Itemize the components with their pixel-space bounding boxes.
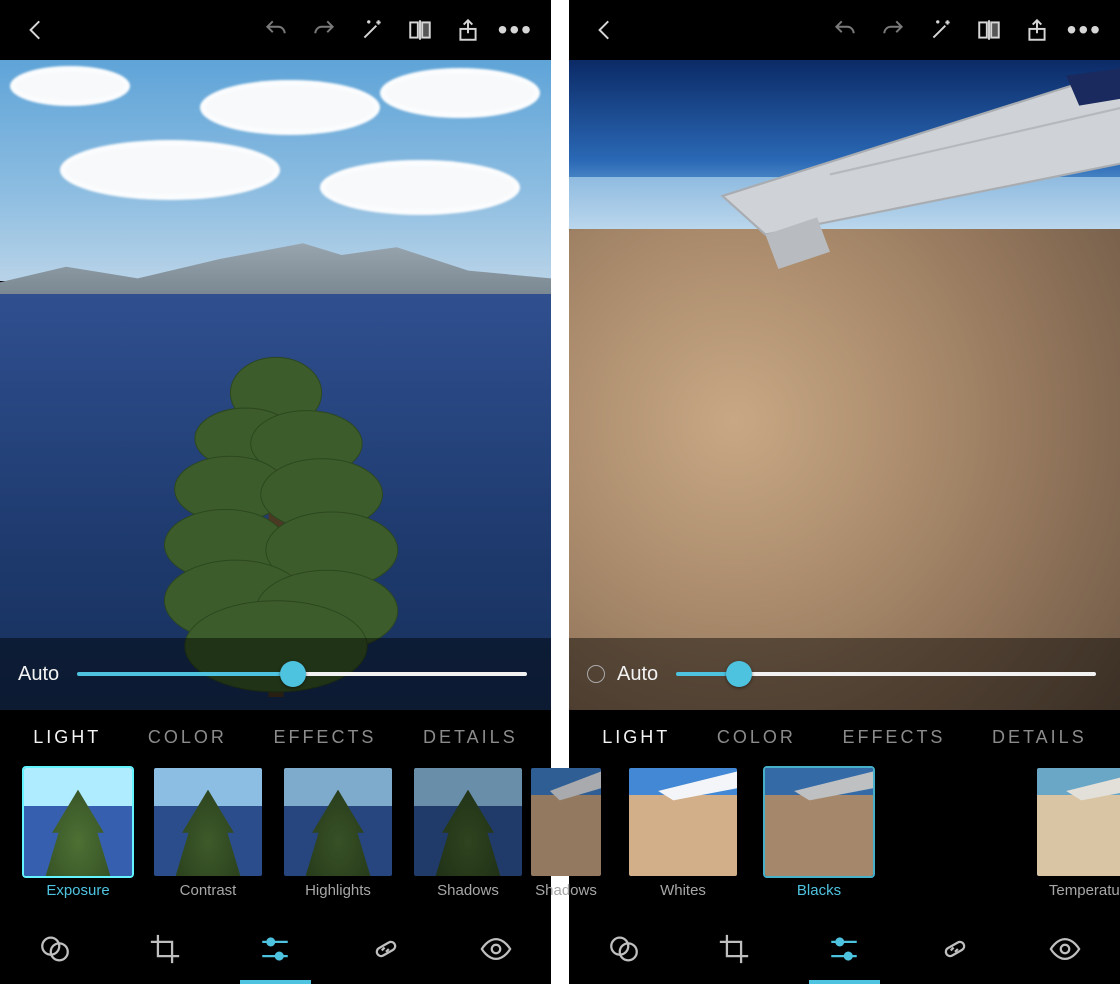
crop-icon[interactable]: [710, 925, 758, 973]
preset-thumb[interactable]: Shadows: [414, 768, 522, 899]
category-tab-details[interactable]: DETAILS: [992, 727, 1087, 748]
active-tool-indicator: [809, 980, 880, 984]
more-icon[interactable]: •••: [1061, 16, 1108, 44]
magic-wand-icon[interactable]: [917, 6, 965, 54]
compare-icon[interactable]: [396, 6, 444, 54]
preset-thumb[interactable]: Blacks: [765, 768, 873, 899]
preset-label: Highlights: [305, 882, 371, 899]
compare-icon[interactable]: [965, 6, 1013, 54]
category-tab-effects[interactable]: EFFECTS: [842, 727, 945, 748]
preset-thumb[interactable]: Shadows: [531, 768, 601, 899]
category-tab-details[interactable]: DETAILS: [423, 727, 518, 748]
auto-radio-icon[interactable]: [587, 665, 605, 683]
preset-thumb[interactable]: Exposure: [24, 768, 132, 899]
heal-icon[interactable]: [931, 925, 979, 973]
magic-wand-icon[interactable]: [348, 6, 396, 54]
crop-icon[interactable]: [141, 925, 189, 973]
preset-label: Whites: [660, 882, 706, 899]
adjustment-slider[interactable]: [676, 662, 1096, 686]
category-tab-color[interactable]: COLOR: [148, 727, 227, 748]
view-icon[interactable]: [472, 925, 520, 973]
preset-label: Contrast: [180, 882, 237, 899]
category-tab-color[interactable]: COLOR: [717, 727, 796, 748]
filters-icon[interactable]: [600, 925, 648, 973]
redo-icon[interactable]: [869, 6, 917, 54]
adjust-icon[interactable]: [820, 925, 868, 973]
undo-icon[interactable]: [252, 6, 300, 54]
category-tab-light[interactable]: LIGHT: [602, 727, 670, 748]
auto-button[interactable]: Auto: [617, 663, 658, 686]
preset-label: Exposure: [46, 882, 109, 899]
preset-thumb[interactable]: Contrast: [154, 768, 262, 899]
auto-button[interactable]: Auto: [18, 663, 59, 686]
filters-icon[interactable]: [31, 925, 79, 973]
heal-icon[interactable]: [362, 925, 410, 973]
share-icon[interactable]: [444, 6, 492, 54]
share-icon[interactable]: [1013, 6, 1061, 54]
preset-thumb[interactable]: Highlights: [284, 768, 392, 899]
preset-thumb[interactable]: Temperature: [1037, 768, 1120, 899]
preset-thumb[interactable]: [901, 768, 1009, 882]
photo-canvas[interactable]: Auto: [569, 60, 1120, 710]
preset-label: Shadows: [437, 882, 499, 899]
category-tab-light[interactable]: LIGHT: [33, 727, 101, 748]
preset-label: Temperature: [1049, 882, 1120, 899]
undo-icon[interactable]: [821, 6, 869, 54]
back-icon[interactable]: [12, 6, 60, 54]
more-icon[interactable]: •••: [492, 16, 539, 44]
category-tab-effects[interactable]: EFFECTS: [273, 727, 376, 748]
preset-thumb[interactable]: Whites: [629, 768, 737, 899]
view-icon[interactable]: [1041, 925, 1089, 973]
adjust-icon[interactable]: [251, 925, 299, 973]
preset-label: Shadows: [535, 882, 597, 899]
back-icon[interactable]: [581, 6, 629, 54]
active-tool-indicator: [240, 980, 311, 984]
adjustment-slider[interactable]: [77, 662, 527, 686]
preset-label: Blacks: [797, 882, 841, 899]
redo-icon[interactable]: [300, 6, 348, 54]
photo-canvas[interactable]: Auto: [0, 60, 551, 710]
